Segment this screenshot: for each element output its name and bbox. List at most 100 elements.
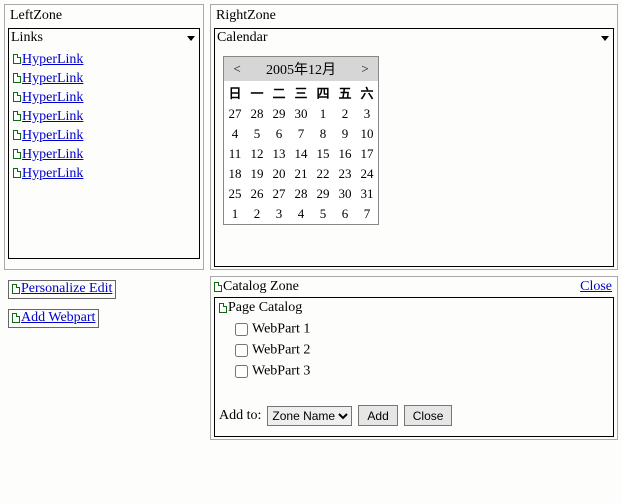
calendar-weekday: 二 — [268, 81, 290, 104]
hyperlink[interactable]: HyperLink — [22, 166, 83, 182]
calendar-day[interactable]: 3 — [268, 204, 290, 224]
calendar-day[interactable]: 19 — [246, 164, 268, 184]
calendar-next-button[interactable]: > — [356, 61, 374, 77]
calendar-day[interactable]: 12 — [246, 144, 268, 164]
calendar-day[interactable]: 28 — [246, 104, 268, 124]
calendar-month-label: 2005年12月 — [246, 59, 356, 79]
calendar-webpart-title: Calendar — [217, 30, 268, 46]
calendar-day[interactable]: 13 — [268, 144, 290, 164]
calendar-day[interactable]: 14 — [290, 144, 312, 164]
page-icon — [12, 284, 20, 294]
calendar-day[interactable]: 1 — [312, 104, 334, 124]
catalog-item[interactable]: WebPart 1 — [231, 320, 607, 339]
chevron-down-icon[interactable] — [601, 36, 609, 41]
calendar-webpart-body: < 2005年12月 > 日一二三四五六 2728293012345678910… — [215, 48, 613, 266]
page-icon — [13, 149, 21, 159]
calendar-day[interactable]: 30 — [334, 184, 356, 204]
hyperlink[interactable]: HyperLink — [22, 109, 83, 125]
links-webpart: Links HyperLinkHyperLinkHyperLinkHyperLi… — [8, 28, 200, 259]
calendar-prev-button[interactable]: < — [228, 61, 246, 77]
calendar-week: 27282930123 — [224, 104, 378, 124]
calendar-weekday: 一 — [246, 81, 268, 104]
catalog-item-label: WebPart 1 — [252, 322, 310, 337]
hyperlink[interactable]: HyperLink — [22, 128, 83, 144]
page-icon — [13, 111, 21, 121]
catalog-item-checkbox[interactable] — [235, 365, 248, 378]
page-icon — [13, 54, 21, 64]
calendar-day[interactable]: 2 — [334, 104, 356, 124]
calendar-day[interactable]: 6 — [334, 204, 356, 224]
link-row: HyperLink — [13, 71, 195, 87]
calendar-day[interactable]: 7 — [290, 124, 312, 144]
calendar-day[interactable]: 27 — [224, 104, 246, 124]
calendar-day[interactable]: 29 — [268, 104, 290, 124]
hyperlink[interactable]: HyperLink — [22, 52, 83, 68]
calendar-weekday: 日 — [224, 81, 246, 104]
right-zone: RightZone Calendar < 2005年12月 > 日一二三四五六 … — [210, 4, 618, 270]
catalog-items: WebPart 1 WebPart 2 WebPart 3 — [219, 320, 607, 391]
calendar-day[interactable]: 4 — [290, 204, 312, 224]
calendar-day[interactable]: 24 — [356, 164, 378, 184]
page-icon — [214, 282, 222, 292]
personalize-edit-link[interactable]: Personalize Edit — [21, 281, 112, 296]
close-button[interactable]: Close — [404, 405, 453, 426]
personalize-edit-box[interactable]: Personalize Edit — [8, 280, 116, 299]
catalog-footer: Add to: Zone Name Add Close — [219, 405, 607, 426]
calendar-week: 25262728293031 — [224, 184, 378, 204]
calendar-day[interactable]: 23 — [334, 164, 356, 184]
right-zone-title: RightZone — [214, 7, 614, 27]
calendar-day[interactable]: 27 — [268, 184, 290, 204]
calendar-day[interactable]: 25 — [224, 184, 246, 204]
calendar-day[interactable]: 4 — [224, 124, 246, 144]
calendar-week: 11121314151617 — [224, 144, 378, 164]
calendar-day[interactable]: 5 — [312, 204, 334, 224]
catalog-item-checkbox[interactable] — [235, 323, 248, 336]
links-webpart-body: HyperLink HyperLink HyperLink HyperLink Hype… — [9, 48, 199, 258]
add-webpart-link[interactable]: Add Webpart — [21, 310, 95, 325]
catalog-item-label: WebPart 2 — [252, 343, 310, 358]
calendar-day[interactable]: 8 — [312, 124, 334, 144]
calendar-day[interactable]: 31 — [356, 184, 378, 204]
calendar: < 2005年12月 > 日一二三四五六 2728293012345678910… — [223, 56, 379, 225]
calendar-day[interactable]: 17 — [356, 144, 378, 164]
calendar-weekday: 五 — [334, 81, 356, 104]
calendar-day[interactable]: 11 — [224, 144, 246, 164]
catalog-close-link[interactable]: Close — [580, 279, 612, 295]
calendar-day[interactable]: 15 — [312, 144, 334, 164]
page-layout: LeftZone Links HyperLinkHyperLinkHyperLi… — [4, 4, 618, 440]
links-webpart-title: Links — [11, 30, 43, 46]
hyperlink[interactable]: HyperLink — [22, 71, 83, 87]
calendar-day[interactable]: 6 — [268, 124, 290, 144]
calendar-day[interactable]: 5 — [246, 124, 268, 144]
calendar-day[interactable]: 21 — [290, 164, 312, 184]
calendar-day[interactable]: 20 — [268, 164, 290, 184]
calendar-day[interactable]: 9 — [334, 124, 356, 144]
zone-select[interactable]: Zone Name — [267, 406, 352, 426]
hyperlink[interactable]: HyperLink — [22, 147, 83, 163]
calendar-day[interactable]: 10 — [356, 124, 378, 144]
catalog-item-checkbox[interactable] — [235, 344, 248, 357]
calendar-day[interactable]: 1 — [224, 204, 246, 224]
calendar-day[interactable]: 28 — [290, 184, 312, 204]
page-icon — [13, 92, 21, 102]
calendar-week: 18192021222324 — [224, 164, 378, 184]
catalog-zone-header: Catalog Zone Close — [214, 279, 614, 297]
calendar-day[interactable]: 18 — [224, 164, 246, 184]
chevron-down-icon[interactable] — [187, 36, 195, 41]
catalog-item[interactable]: WebPart 2 — [231, 341, 607, 360]
calendar-webpart-header[interactable]: Calendar — [215, 29, 613, 48]
hyperlink[interactable]: HyperLink — [22, 90, 83, 106]
page-icon — [13, 168, 21, 178]
calendar-day[interactable]: 2 — [246, 204, 268, 224]
add-button[interactable]: Add — [358, 405, 397, 426]
catalog-item[interactable]: WebPart 3 — [231, 362, 607, 381]
calendar-day[interactable]: 29 — [312, 184, 334, 204]
calendar-day[interactable]: 30 — [290, 104, 312, 124]
calendar-day[interactable]: 22 — [312, 164, 334, 184]
links-webpart-header[interactable]: Links — [9, 29, 199, 48]
calendar-day[interactable]: 7 — [356, 204, 378, 224]
calendar-day[interactable]: 16 — [334, 144, 356, 164]
calendar-day[interactable]: 3 — [356, 104, 378, 124]
add-webpart-box[interactable]: Add Webpart — [8, 309, 99, 328]
calendar-day[interactable]: 26 — [246, 184, 268, 204]
